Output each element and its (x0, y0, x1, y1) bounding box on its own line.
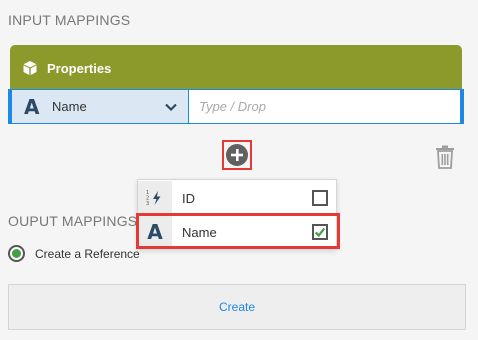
letter-a-icon: A (24, 94, 40, 119)
option-id-checkbox[interactable] (312, 190, 328, 206)
properties-header-label: Properties (47, 60, 112, 76)
dropdown-option-label: ID (182, 190, 195, 206)
plus-icon (226, 144, 248, 166)
numeric-id-icon: 1 2 3 (138, 181, 172, 215)
row-accent-right (461, 89, 464, 124)
radio-selected-dot (12, 249, 21, 258)
trash-icon[interactable] (434, 145, 456, 169)
input-mappings-title: INPUT MAPPINGS (8, 12, 131, 28)
create-reference-radio-row[interactable]: Create a Reference (8, 245, 140, 262)
mapping-row: A Name (8, 89, 464, 124)
create-button[interactable]: Create (8, 284, 466, 330)
create-reference-radio[interactable] (8, 245, 25, 262)
dropdown-option-label: Name (182, 224, 217, 240)
svg-text:3: 3 (146, 201, 149, 207)
add-mapping-button[interactable] (222, 140, 252, 170)
check-icon (314, 227, 326, 238)
type-select[interactable]: A Name (12, 89, 189, 124)
cube-icon (22, 60, 38, 76)
create-reference-label: Create a Reference (35, 246, 140, 261)
letter-a-icon: A (138, 215, 172, 249)
option-name-checkbox[interactable] (312, 224, 328, 240)
output-mappings-title: OUPUT MAPPINGS (8, 213, 138, 229)
type-select-label: Name (52, 99, 87, 114)
chevron-down-icon[interactable] (164, 100, 178, 114)
dropdown-option-name[interactable]: A Name (138, 215, 336, 249)
type-drop-input[interactable] (189, 89, 461, 124)
dropdown-option-id[interactable]: 1 2 3 ID (138, 181, 336, 215)
field-dropdown: 1 2 3 ID A Name (137, 179, 337, 249)
properties-header: Properties (10, 45, 462, 91)
